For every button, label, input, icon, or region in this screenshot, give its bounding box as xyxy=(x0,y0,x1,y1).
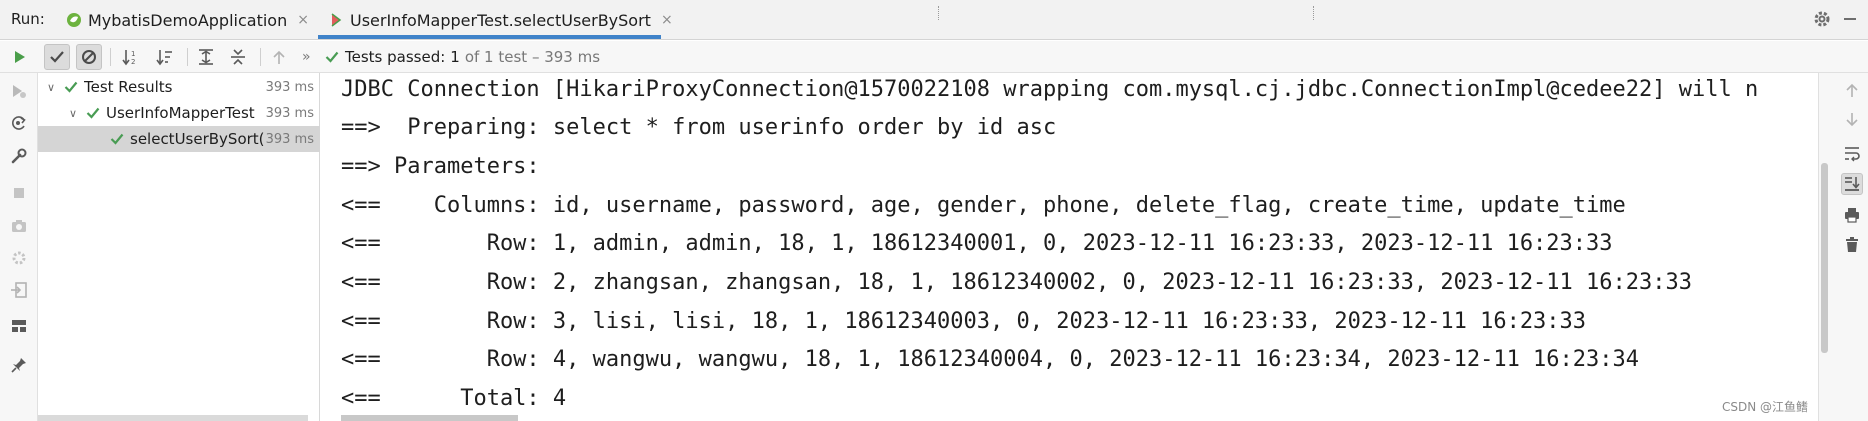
tree-item-selectuserbysort[interactable]: selectUserBySort( 393 ms xyxy=(38,126,320,152)
chevron-down-icon[interactable]: ∨ xyxy=(44,81,58,94)
test-toolbar: 12 » Tests passed: 1 of 1 test – 393 ms xyxy=(0,41,1868,73)
tab-label: UserInfoMapperTest.selectUserBySort xyxy=(350,10,651,30)
test-results-tree: ∨ Test Results 393 ms ∨ UserInfoMapperTe… xyxy=(38,73,320,421)
status-prefix: Tests passed: xyxy=(345,48,446,66)
console-line: <== Row: 2, zhangsan, zhangsan, 18, 1, 1… xyxy=(341,270,1693,295)
watermark: CSDN @江鱼鳍 xyxy=(1722,400,1809,414)
tree-item-test-results[interactable]: ∨ Test Results 393 ms xyxy=(38,74,320,100)
status-detail: of 1 test – 393 ms xyxy=(464,48,601,66)
test-status: Tests passed: 1 of 1 test – 393 ms xyxy=(325,48,600,66)
left-tool-strip xyxy=(0,73,38,421)
tree-item-label: Test Results xyxy=(84,78,173,96)
divider xyxy=(1313,6,1315,20)
divider xyxy=(187,48,188,66)
svg-text:2: 2 xyxy=(131,58,135,66)
scroll-to-end-icon[interactable] xyxy=(1841,173,1863,195)
wrench-icon[interactable] xyxy=(9,146,29,166)
chevron-down-icon[interactable]: ∨ xyxy=(66,107,80,120)
layout-icon[interactable] xyxy=(9,316,29,336)
sort-by-duration-button[interactable] xyxy=(152,44,178,70)
arrow-down-icon[interactable] xyxy=(1841,109,1863,131)
vertical-scrollbar[interactable] xyxy=(1821,163,1828,353)
right-tool-strip xyxy=(1818,73,1868,421)
ignored-icon xyxy=(82,50,96,64)
run-label: Run: xyxy=(11,10,45,28)
duration: 393 ms xyxy=(265,105,314,121)
rerun-button[interactable] xyxy=(7,44,33,70)
check-icon xyxy=(110,132,124,146)
console-line: <== Columns: id, username, password, age… xyxy=(341,193,1626,218)
previous-failed-button[interactable] xyxy=(266,44,292,70)
import-tests-icon[interactable] xyxy=(9,280,29,300)
duration: 393 ms xyxy=(265,79,314,95)
collapse-all-button[interactable] xyxy=(225,44,251,70)
console-line: <== Row: 3, lisi, lisi, 18, 1, 186123400… xyxy=(341,309,1587,334)
duration: 393 ms xyxy=(265,131,314,147)
close-icon[interactable]: × xyxy=(297,12,309,28)
arrow-up-icon xyxy=(273,50,285,64)
arrow-up-icon[interactable] xyxy=(1841,79,1863,101)
pin-icon[interactable] xyxy=(9,355,29,375)
print-icon[interactable] xyxy=(1841,204,1863,226)
spring-boot-icon xyxy=(66,12,82,28)
soft-wrap-icon[interactable] xyxy=(1841,142,1863,164)
sort-duration-icon xyxy=(156,50,172,66)
tree-item-label: UserInfoMapperTest xyxy=(106,104,255,122)
minimize-icon[interactable] xyxy=(1844,18,1856,20)
console-line: <== Row: 4, wangwu, wangwu, 18, 1, 18612… xyxy=(341,347,1640,372)
check-icon xyxy=(50,51,64,63)
stop-icon[interactable] xyxy=(9,183,29,203)
console-line: ==> Preparing: select * from userinfo or… xyxy=(341,115,1057,140)
check-icon xyxy=(86,106,100,120)
active-tab-indicator xyxy=(318,35,661,39)
overflow-chevron[interactable]: » xyxy=(302,49,311,65)
console-line: <== Row: 1, admin, admin, 18, 1, 1861234… xyxy=(341,231,1613,256)
show-passed-toggle[interactable] xyxy=(44,44,70,70)
sort-alphabetically-button[interactable]: 12 xyxy=(118,44,144,70)
tree-item-label: selectUserBySort( xyxy=(130,130,265,148)
rerun-failed-icon[interactable] xyxy=(9,81,29,101)
gear-icon[interactable] xyxy=(1812,9,1832,33)
show-ignored-toggle[interactable] xyxy=(76,44,102,70)
trash-icon[interactable] xyxy=(1841,234,1863,256)
console-line: JDBC Connection [HikariProxyConnection@1… xyxy=(341,77,1759,102)
collapse-all-icon xyxy=(231,49,245,65)
divider xyxy=(260,48,261,66)
check-icon xyxy=(325,51,339,63)
horizontal-scrollbar[interactable] xyxy=(341,415,518,421)
tab-label: MybatisDemoApplication xyxy=(88,10,288,30)
horizontal-scrollbar[interactable] xyxy=(38,415,308,421)
divider xyxy=(110,48,111,66)
expand-all-button[interactable] xyxy=(193,44,219,70)
run-tool-window-header: Run: MybatisDemoApplication × UserInfoMa… xyxy=(0,0,1868,40)
tab-mybatis-demo-application[interactable]: MybatisDemoApplication × xyxy=(66,0,309,40)
expand-all-icon xyxy=(199,49,213,65)
divider xyxy=(938,6,940,20)
toggle-auto-test-icon[interactable] xyxy=(9,113,29,133)
tree-item-userinfomappertest[interactable]: ∨ UserInfoMapperTest 393 ms xyxy=(38,100,320,126)
console-output[interactable]: JDBC Connection [HikariProxyConnection@1… xyxy=(321,73,1818,421)
svg-text:1: 1 xyxy=(131,50,135,58)
tab-selectuserbysort-test[interactable]: UserInfoMapperTest.selectUserBySort × xyxy=(328,0,673,40)
debug-settings-icon[interactable] xyxy=(9,248,29,268)
play-icon xyxy=(15,51,25,63)
check-icon xyxy=(64,80,78,94)
camera-icon[interactable] xyxy=(9,216,29,236)
console-line: <== Total: 4 xyxy=(341,386,567,411)
close-icon[interactable]: × xyxy=(661,12,673,28)
status-count: 1 xyxy=(450,48,460,66)
test-run-icon xyxy=(328,12,344,28)
console-line: ==> Parameters: xyxy=(341,154,553,179)
sort-alpha-icon: 12 xyxy=(122,50,135,66)
